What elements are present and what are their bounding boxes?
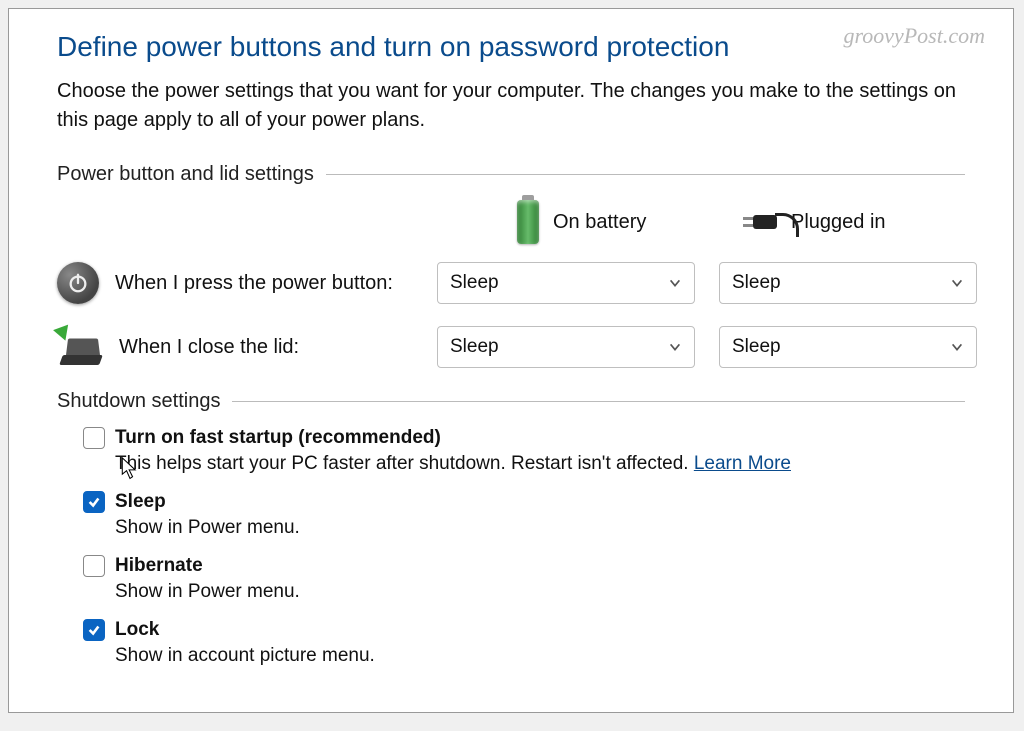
close-lid-icon xyxy=(57,329,103,365)
chevron-down-icon xyxy=(668,274,682,288)
chevron-down-icon xyxy=(950,274,964,288)
watermark: groovyPost.com xyxy=(843,23,985,49)
setting-label-close-lid: When I close the lid: xyxy=(119,336,299,359)
shutdown-item-sleep: Sleep Show in Power menu. xyxy=(83,491,965,539)
chevron-down-icon xyxy=(668,338,682,352)
divider xyxy=(232,401,965,402)
shutdown-desc-fast-startup: This helps start your PC faster after sh… xyxy=(115,453,965,475)
setting-label-power-button: When I press the power button: xyxy=(115,272,393,295)
power-button-icon xyxy=(57,262,99,304)
column-header-plugged: Plugged in xyxy=(707,209,977,235)
chevron-down-icon xyxy=(950,338,964,352)
shutdown-title-hibernate: Hibernate xyxy=(115,555,203,577)
battery-icon xyxy=(517,200,539,244)
dropdown-value: Sleep xyxy=(450,272,499,294)
panel: groovyPost.com Define power buttons and … xyxy=(8,8,1014,713)
column-header-battery: On battery xyxy=(437,200,707,244)
section-power-lid-label: Power button and lid settings xyxy=(57,163,314,186)
shutdown-desc-hibernate: Show in Power menu. xyxy=(115,581,965,603)
shutdown-item-fast-startup: Turn on fast startup (recommended) This … xyxy=(83,427,965,475)
section-power-lid-header: Power button and lid settings xyxy=(57,163,965,186)
shutdown-desc-sleep: Show in Power menu. xyxy=(115,517,965,539)
shutdown-item-hibernate: Hibernate Show in Power menu. xyxy=(83,555,965,603)
divider xyxy=(326,174,965,175)
plug-icon xyxy=(727,209,777,235)
checkbox-hibernate[interactable] xyxy=(83,555,105,577)
checkbox-fast-startup[interactable] xyxy=(83,427,105,449)
page-title: Define power buttons and turn on passwor… xyxy=(57,31,965,63)
setting-row-power-button: When I press the power button: Sleep Sle… xyxy=(57,262,965,304)
dropdown-value: Sleep xyxy=(450,336,499,358)
learn-more-link[interactable]: Learn More xyxy=(694,453,791,474)
shutdown-desc-lock: Show in account picture menu. xyxy=(115,645,965,667)
column-header-battery-label: On battery xyxy=(553,211,646,234)
dropdown-value: Sleep xyxy=(732,272,781,294)
section-shutdown-header: Shutdown settings xyxy=(57,390,965,413)
setting-row-close-lid: When I close the lid: Sleep Sleep xyxy=(57,326,965,368)
checkbox-lock[interactable] xyxy=(83,619,105,641)
dropdown-close-lid-battery[interactable]: Sleep xyxy=(437,326,695,368)
section-shutdown-label: Shutdown settings xyxy=(57,390,220,413)
page-description: Choose the power settings that you want … xyxy=(57,77,965,135)
dropdown-power-button-plugged[interactable]: Sleep xyxy=(719,262,977,304)
shutdown-item-lock: Lock Show in account picture menu. xyxy=(83,619,965,667)
shutdown-title-fast-startup: Turn on fast startup (recommended) xyxy=(115,427,441,449)
shutdown-title-sleep: Sleep xyxy=(115,491,166,513)
column-header-plugged-label: Plugged in xyxy=(791,211,886,234)
dropdown-value: Sleep xyxy=(732,336,781,358)
checkbox-sleep[interactable] xyxy=(83,491,105,513)
dropdown-close-lid-plugged[interactable]: Sleep xyxy=(719,326,977,368)
dropdown-power-button-battery[interactable]: Sleep xyxy=(437,262,695,304)
shutdown-title-lock: Lock xyxy=(115,619,159,641)
